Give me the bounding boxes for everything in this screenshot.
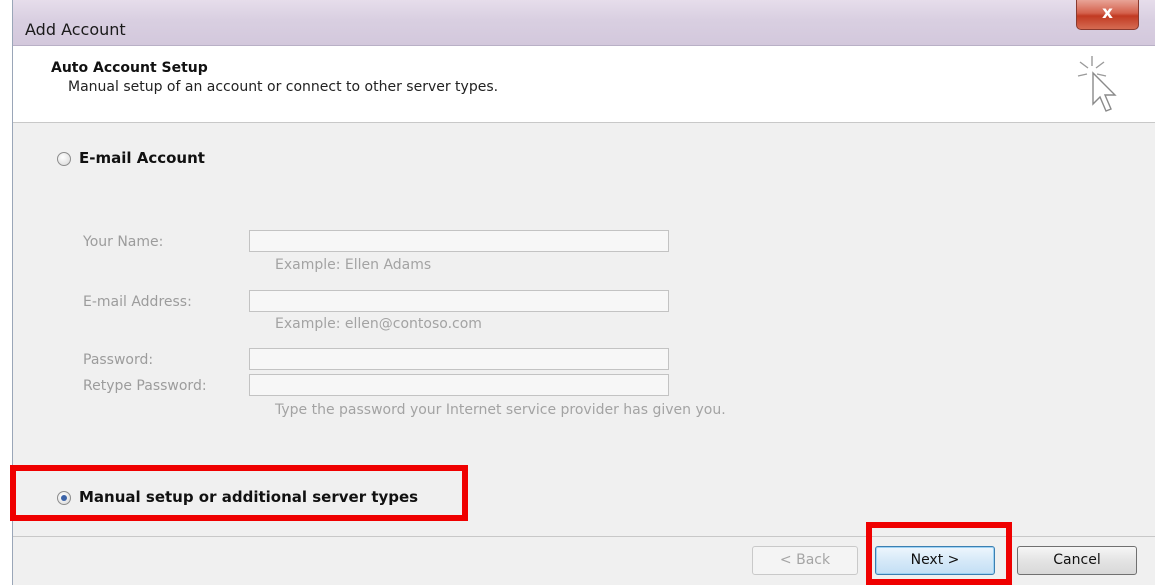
back-button[interactable]: < Back [752,546,858,575]
password-hint: Type the password your Internet service … [275,402,726,418]
title-bar[interactable]: Add Account x [13,0,1155,46]
close-button[interactable]: x [1076,0,1139,30]
email-account-label[interactable]: E-mail Account [79,149,205,167]
manual-setup-label[interactable]: Manual setup or additional server types [79,488,418,506]
your-name-input[interactable] [249,230,669,252]
email-address-input[interactable] [249,290,669,312]
footer-divider [13,536,1155,537]
cancel-button[interactable]: Cancel [1017,546,1137,575]
email-address-label: E-mail Address: [83,294,192,310]
password-input[interactable] [249,348,669,370]
window-title: Add Account [25,20,126,39]
wizard-header: Auto Account Setup Manual setup of an ac… [13,46,1155,123]
retype-password-input[interactable] [249,374,669,396]
your-name-hint: Example: Ellen Adams [275,257,432,273]
page-title: Auto Account Setup [51,60,208,76]
next-button[interactable]: Next > [875,546,995,575]
email-address-hint: Example: ellen@contoso.com [275,316,482,332]
retype-password-label: Retype Password: [83,378,207,394]
close-icon: x [1102,3,1113,23]
email-account-radio[interactable] [57,152,71,166]
your-name-label: Your Name: [83,234,164,250]
password-label: Password: [83,352,154,368]
manual-setup-radio[interactable] [57,491,71,505]
cursor-sparkle-icon [1077,56,1117,112]
wizard-body: E-mail Account Your Name: Example: Ellen… [13,124,1155,536]
add-account-dialog: Add Account x Auto Account Setup Manual … [12,0,1155,585]
page-subtitle: Manual setup of an account or connect to… [68,79,499,95]
